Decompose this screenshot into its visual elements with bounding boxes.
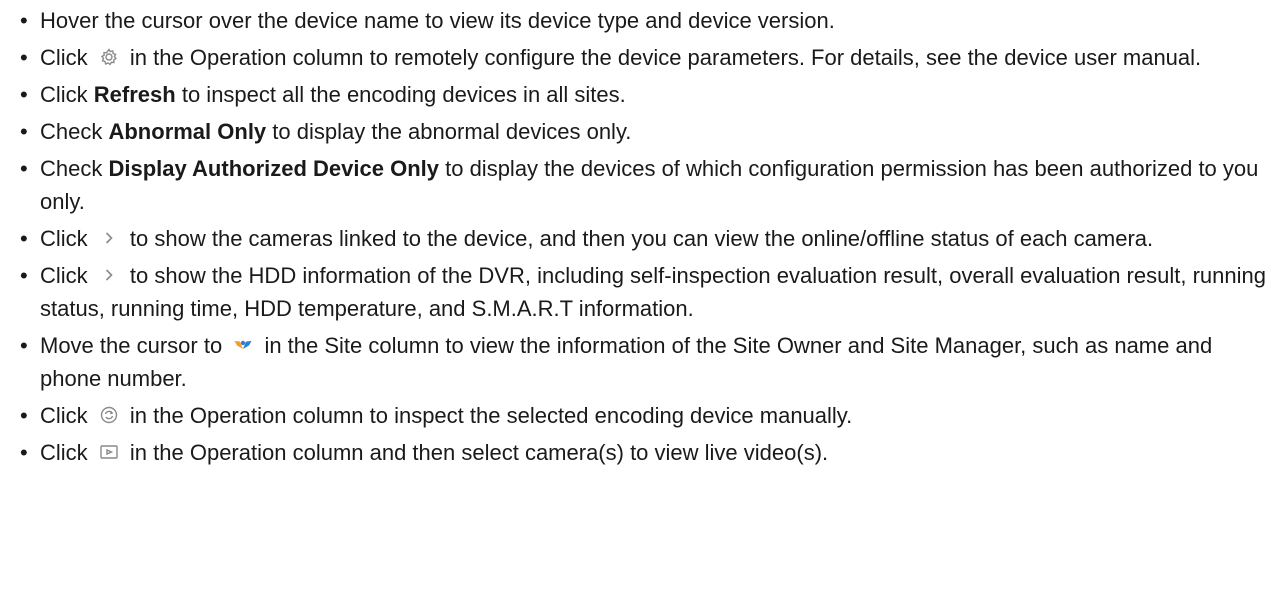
item-text: Click — [40, 403, 88, 428]
site-owner-icon — [233, 335, 253, 355]
item-text: Click — [40, 440, 88, 465]
list-item: Click in the Operation column to remotel… — [18, 41, 1278, 74]
item-bold-term: Abnormal Only — [108, 119, 267, 144]
item-bold-term: Display Authorized Device Only — [108, 156, 439, 181]
item-text: Hover the cursor over the device name to… — [40, 8, 835, 33]
chevron-right-icon — [99, 265, 119, 285]
item-text: in the Operation column to remotely conf… — [129, 45, 1202, 70]
item-text: to inspect all the encoding devices in a… — [181, 82, 626, 107]
item-text: Check — [40, 119, 103, 144]
live-view-icon — [99, 442, 119, 462]
list-item: Check Display Authorized Device Only to … — [18, 152, 1278, 218]
item-text: in the Operation column and then select … — [129, 440, 829, 465]
bullet-list: Hover the cursor over the device name to… — [18, 4, 1278, 469]
list-item: Click in the Operation column and then s… — [18, 436, 1278, 469]
item-text: Click — [40, 45, 88, 70]
list-item: Move the cursor to in the Site column to… — [18, 329, 1278, 395]
list-item: Click in the Operation column to inspect… — [18, 399, 1278, 432]
item-text: Click — [40, 226, 88, 251]
item-text: Check — [40, 156, 103, 181]
list-item: Hover the cursor over the device name to… — [18, 4, 1278, 37]
instruction-document: Hover the cursor over the device name to… — [0, 0, 1278, 469]
item-bold-term: Refresh — [93, 82, 176, 107]
list-item: Click Refresh to inspect all the encodin… — [18, 78, 1278, 111]
chevron-right-icon — [99, 228, 119, 248]
manual-inspect-icon — [99, 405, 119, 425]
gear-icon — [99, 47, 119, 67]
item-text: to display the abnormal devices only. — [272, 119, 632, 144]
item-text: Move the cursor to — [40, 333, 223, 358]
list-item: Check Abnormal Only to display the abnor… — [18, 115, 1278, 148]
list-item: Click to show the HDD information of the… — [18, 259, 1278, 325]
item-text: in the Operation column to inspect the s… — [129, 403, 853, 428]
item-text: to show the cameras linked to the device… — [129, 226, 1154, 251]
list-item: Click to show the cameras linked to the … — [18, 222, 1278, 255]
item-text: to show the HDD information of the DVR, … — [40, 263, 1266, 321]
item-text: Click — [40, 82, 88, 107]
item-text: Click — [40, 263, 88, 288]
